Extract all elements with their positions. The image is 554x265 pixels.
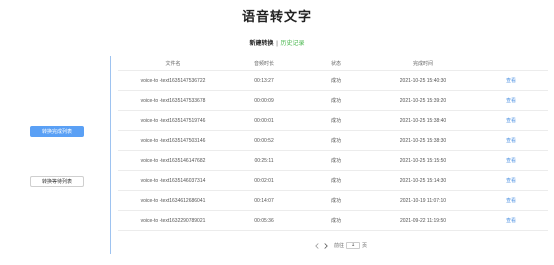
subnav: 新建转换 | 历史记录 (0, 38, 554, 47)
cell-status: 成功 (330, 98, 341, 104)
cell-duration: 00:00:01 (254, 117, 274, 124)
cell-duration: 00:00:52 (254, 137, 274, 144)
view-link[interactable]: 查看 (506, 138, 516, 144)
cell-filename: voice-to -text1635146037314 (140, 177, 206, 184)
table-row: voice-to -text1635146037314 00:02:01 成功 … (118, 171, 548, 191)
view-link[interactable]: 查看 (506, 98, 516, 104)
cell-status: 成功 (330, 198, 341, 204)
cell-completed-time: 2021-10-25 15:38:40 (399, 117, 447, 124)
cell-completed-time: 2021-10-25 15:40:30 (399, 77, 447, 84)
cell-completed-time: 2021-10-19 11:07:10 (399, 197, 447, 204)
cell-status: 成功 (330, 158, 341, 164)
cell-status: 成功 (330, 118, 341, 124)
view-link[interactable]: 查看 (506, 218, 516, 224)
results-table: 文件名 音频时长 状态 完成时间 voice-to -text163514753… (118, 56, 548, 231)
new-conversion-label[interactable]: 新建转换 (250, 41, 274, 47)
cell-duration: 00:25:11 (254, 157, 274, 164)
goto-label: 前往 (334, 243, 345, 249)
cell-filename: voice-to -text1635146147682 (140, 157, 206, 164)
table-row: voice-to -text1635147533678 00:00:09 成功 … (118, 91, 548, 111)
cell-completed-time: 2021-09-22 11:19:50 (399, 217, 447, 224)
cell-filename: voice-to -text1634612686041 (140, 197, 206, 204)
table-row: voice-to -text1632290789021 00:05:36 成功 … (118, 211, 548, 231)
cell-completed-time: 2021-10-25 15:39:20 (399, 97, 447, 104)
column-header-completed-time: 完成时间 (412, 60, 433, 67)
cell-filename: voice-to -text1635147519746 (140, 117, 206, 124)
cell-completed-time: 2021-10-25 15:15:50 (399, 157, 447, 164)
cell-filename: voice-to -text1635147533678 (140, 97, 206, 104)
page-suffix: 页 (362, 243, 368, 249)
cell-duration: 00:05:36 (254, 217, 274, 224)
page: 语音转文字 新建转换 | 历史记录 转换完成列表 转换等待列表 文件名 音频时长… (0, 0, 554, 265)
chevron-left-icon[interactable] (312, 242, 321, 249)
subnav-separator: | (276, 41, 278, 47)
column-header-duration: 音频时长 (253, 60, 274, 67)
page-title: 语音转文字 (241, 10, 312, 25)
chevron-right-icon[interactable] (321, 242, 330, 249)
table-row: voice-to -text1635147519746 00:00:01 成功 … (118, 111, 548, 131)
table-row: voice-to -text1635147536722 00:13:27 成功 … (118, 71, 548, 91)
cell-status: 成功 (330, 218, 341, 224)
cell-duration: 00:13:27 (254, 77, 274, 84)
cell-status: 成功 (330, 138, 341, 144)
table-row: voice-to -text1635146147682 00:25:11 成功 … (118, 151, 548, 171)
table-row: voice-to -text1634612686041 00:14:07 成功 … (118, 191, 548, 211)
vertical-divider (110, 56, 111, 254)
cell-filename: voice-to -text1632290789021 (140, 217, 206, 224)
cell-completed-time: 2021-10-25 15:38:30 (399, 137, 447, 144)
table-header-row: 文件名 音频时长 状态 完成时间 (118, 56, 548, 71)
cell-filename: voice-to -text1635147536722 (140, 77, 206, 84)
cell-status: 成功 (330, 78, 341, 84)
page-number-input[interactable] (346, 242, 361, 249)
cell-duration: 00:14:07 (254, 197, 274, 204)
view-link[interactable]: 查看 (506, 158, 516, 164)
cell-filename: voice-to -text1635147503146 (140, 137, 206, 144)
cell-completed-time: 2021-10-25 15:14:30 (399, 177, 447, 184)
pagination: 前往 页 (312, 242, 367, 249)
cell-status: 成功 (330, 178, 341, 184)
column-header-filename: 文件名 (165, 60, 181, 67)
column-header-status: 状态 (330, 60, 341, 67)
waiting-list-button[interactable]: 转换等待列表 (30, 176, 84, 187)
view-link[interactable]: 查看 (506, 78, 516, 84)
view-link[interactable]: 查看 (506, 198, 516, 204)
completed-list-button[interactable]: 转换完成列表 (30, 126, 84, 137)
view-link[interactable]: 查看 (506, 178, 516, 184)
history-link[interactable]: 历史记录 (280, 41, 304, 47)
view-link[interactable]: 查看 (506, 118, 516, 124)
table-row: voice-to -text1635147503146 00:00:52 成功 … (118, 131, 548, 151)
cell-duration: 00:00:09 (254, 97, 274, 104)
cell-duration: 00:02:01 (254, 177, 274, 184)
